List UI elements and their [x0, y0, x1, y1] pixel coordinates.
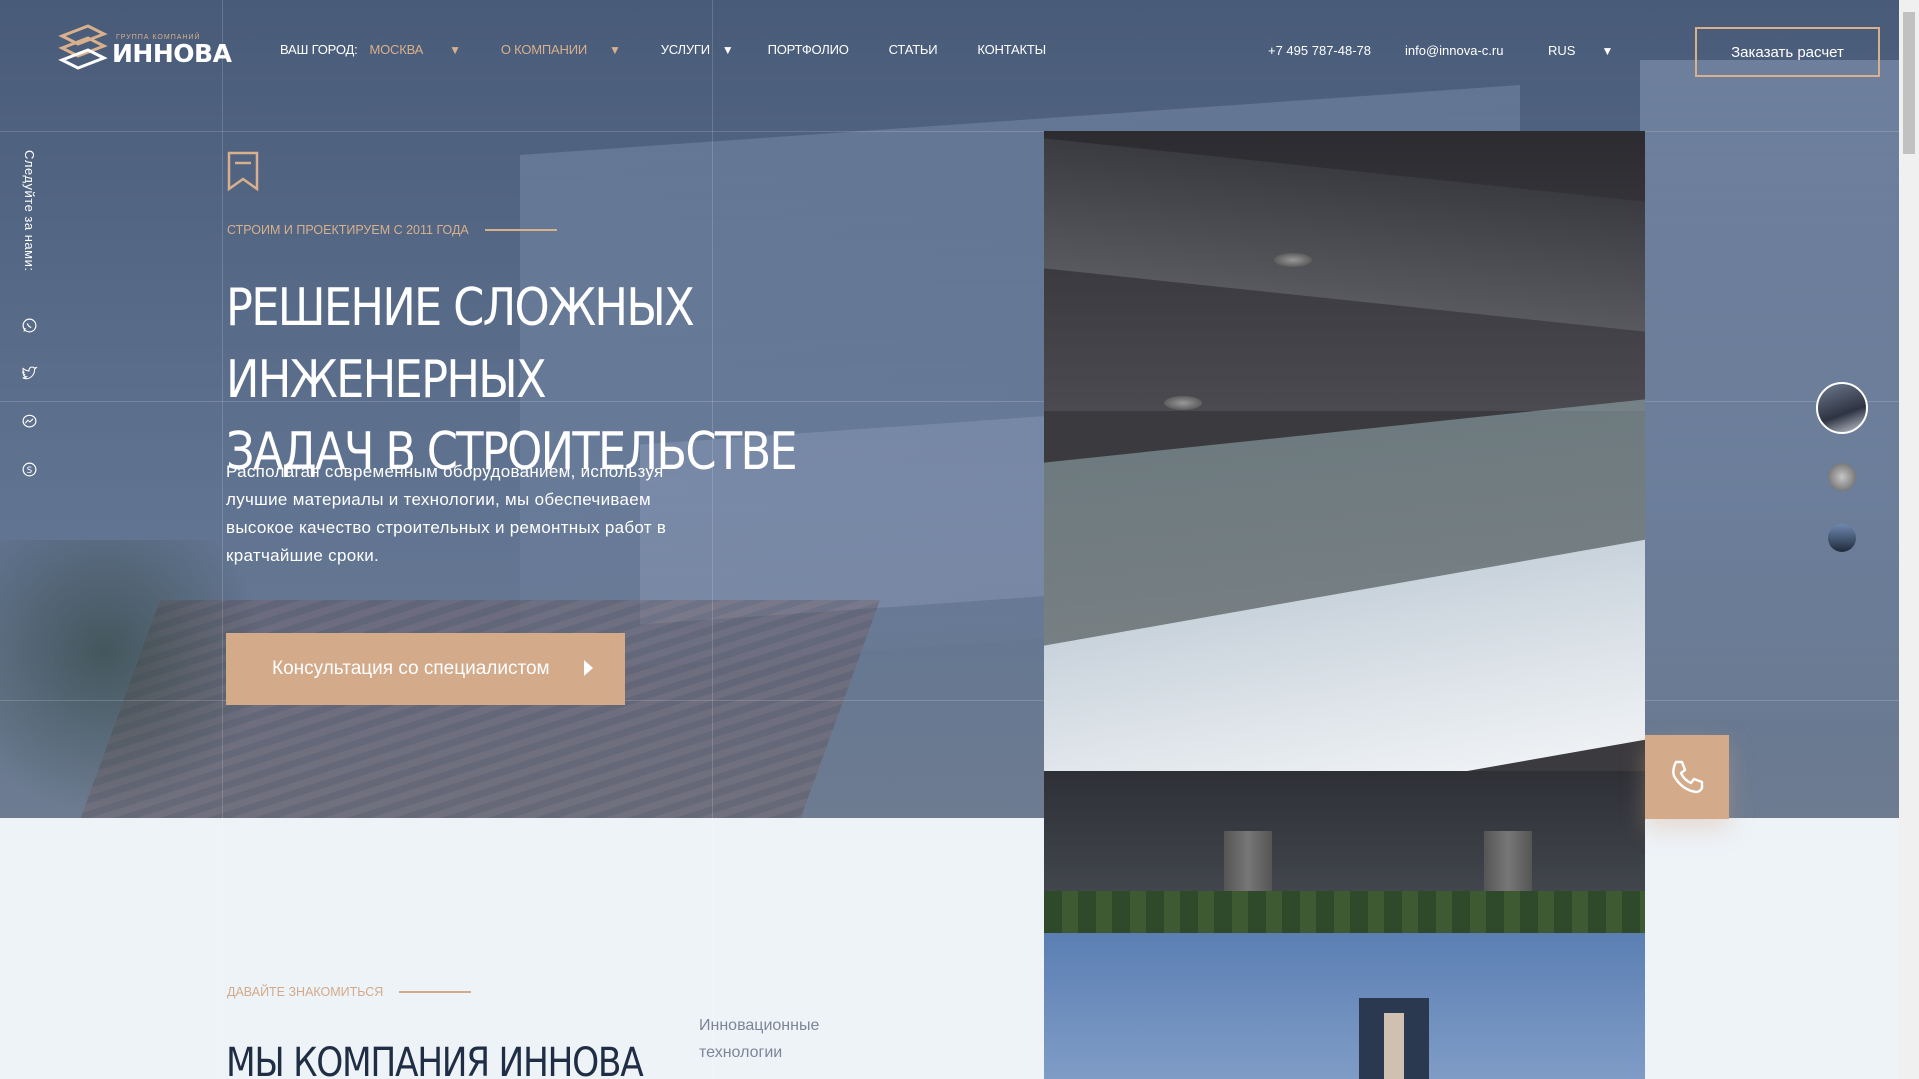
city-selector[interactable]: ВАШ ГОРОД: МОСКВА ▼: [280, 42, 461, 57]
phone-icon: [1672, 760, 1704, 794]
play-arrow-icon: [584, 660, 593, 676]
consultation-button-label: Консультация со специалистом: [272, 658, 550, 679]
bookmark-icon: [227, 151, 259, 192]
scrollbar-thumb[interactable]: [1903, 12, 1915, 154]
twitter-icon[interactable]: [19, 363, 39, 383]
language-selector[interactable]: RUS ▼: [1548, 43, 1613, 58]
main-nav: ВАШ ГОРОД: МОСКВА ▼ О КОМПАНИИ ▼ УСЛУГИ …: [280, 42, 1046, 57]
hero-description: Располагая современным оборудованием, ис…: [226, 462, 667, 565]
logo[interactable]: ГРУППА КОМПАНИЙ ИННОВА: [58, 22, 232, 78]
chevron-down-icon: ▼: [721, 42, 734, 57]
hero-tagline-text: СТРОИМ И ПРОЕКТИРУЕМ С 2011 ГОДА: [227, 223, 469, 237]
nav-item-services[interactable]: УСЛУГИ ▼: [661, 42, 734, 57]
hero-tagline: СТРОИМ И ПРОЕКТИРУЕМ С 2011 ГОДА: [227, 223, 557, 237]
nav-item-label: ПОРТФОЛИО: [767, 42, 849, 57]
nav-item-about[interactable]: О КОМПАНИИ ▼: [501, 42, 621, 57]
divider: [399, 991, 472, 993]
section-photo: [1044, 933, 1645, 1079]
city-value: МОСКВА: [369, 42, 424, 57]
city-label: ВАШ ГОРОД:: [280, 42, 358, 57]
messenger-icon[interactable]: [19, 411, 39, 431]
order-calculation-button[interactable]: Заказать расчет: [1695, 27, 1880, 77]
nav-item-label: СТАТЬИ: [888, 42, 938, 57]
scrollbar-track[interactable]: [1899, 0, 1919, 1079]
about-title: МЫ КОМПАНИЯ ИННОВА: [226, 1040, 644, 1079]
grid-line: [222, 0, 223, 1079]
hero-photo: [1044, 131, 1645, 933]
slider-thumb-1[interactable]: [1816, 382, 1868, 434]
chevron-down-icon: ▼: [1601, 43, 1614, 58]
hero-title: РЕШЕНИЕ СЛОЖНЫХ ИНЖЕНЕРНЫХ ЗАДАЧ В СТРОИ…: [226, 272, 880, 488]
slider-thumb-2[interactable]: [1828, 463, 1856, 491]
email-link[interactable]: info@innova-c.ru: [1405, 43, 1503, 58]
slider-thumb-3[interactable]: [1828, 524, 1856, 552]
call-button[interactable]: [1645, 735, 1729, 819]
about-tagline: ДАВАЙТЕ ЗНАКОМИТЬСЯ: [227, 985, 472, 999]
nav-item-contacts[interactable]: КОНТАКТЫ: [977, 42, 1046, 57]
nav-item-label: О КОМПАНИИ: [500, 42, 587, 57]
nav-item-label: УСЛУГИ: [660, 42, 710, 57]
logo-mark-icon: [58, 24, 108, 70]
chevron-down-icon: ▼: [449, 42, 461, 57]
feature-text: Инновационные технологии: [699, 1017, 820, 1061]
consultation-button[interactable]: Консультация со специалистом: [226, 633, 625, 705]
follow-us-label: Следуйте за нами:: [22, 150, 37, 272]
nav-item-portfolio[interactable]: ПОРТФОЛИО: [768, 42, 849, 57]
hero-title-line: РЕШЕНИЕ СЛОЖНЫХ ИНЖЕНЕРНЫХ: [226, 278, 695, 410]
language-value: RUS: [1548, 43, 1576, 58]
nav-item-label: КОНТАКТЫ: [977, 42, 1046, 57]
logo-text: ИННОВА: [112, 39, 232, 68]
svg-text:S: S: [26, 465, 31, 475]
whatsapp-icon[interactable]: [19, 315, 39, 335]
about-tagline-text: ДАВАЙТЕ ЗНАКОМИТЬСЯ: [227, 985, 384, 999]
divider: [484, 229, 557, 231]
skype-icon[interactable]: S: [19, 459, 39, 479]
nav-item-articles[interactable]: СТАТЬИ: [889, 42, 938, 57]
chevron-down-icon: ▼: [609, 42, 621, 57]
phone-link[interactable]: +7 495 787-48-78: [1268, 43, 1371, 58]
